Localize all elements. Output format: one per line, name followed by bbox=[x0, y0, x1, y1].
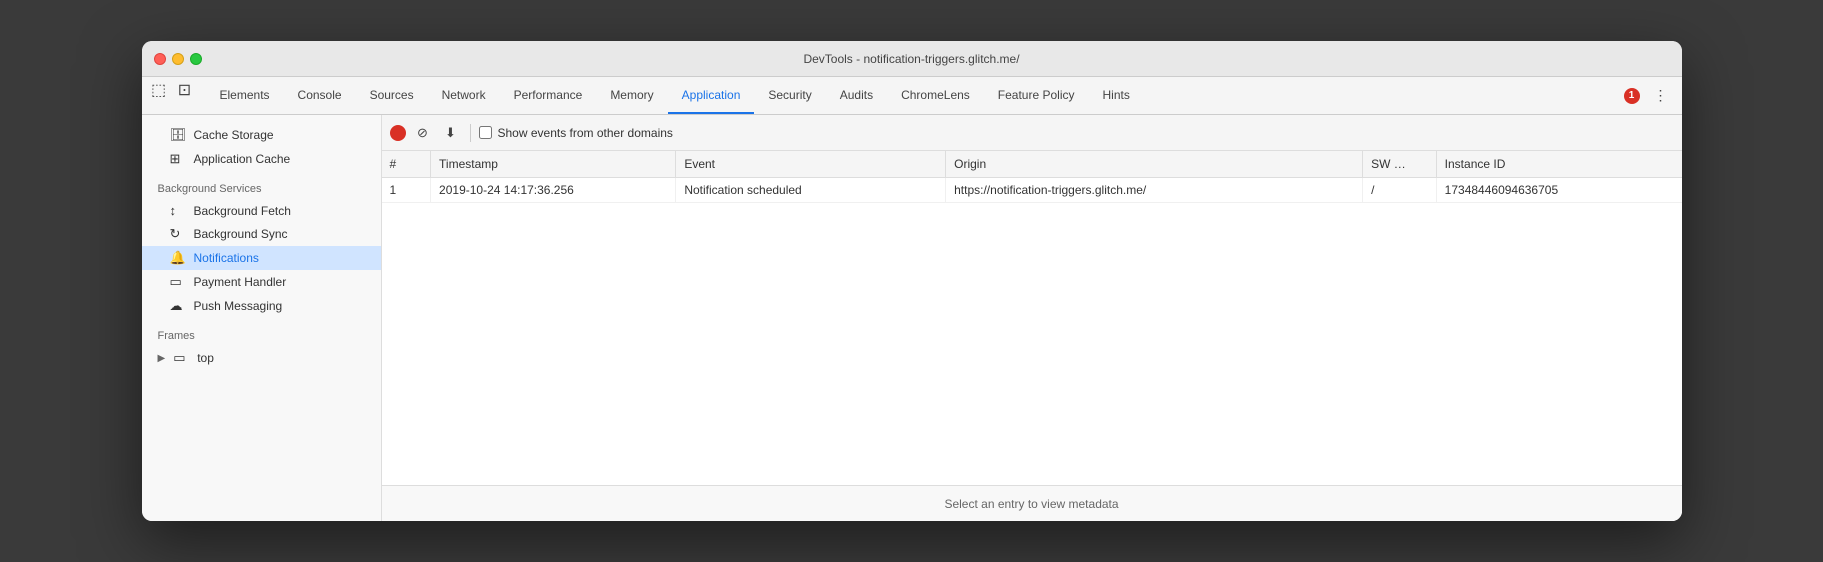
nav-tabs: ⬚ ⊡ Elements Console Sources Network Per… bbox=[142, 77, 1682, 115]
device-toggle-button[interactable]: ⊡ bbox=[172, 77, 198, 103]
sidebar-item-push-messaging[interactable]: ☁ Push Messaging bbox=[142, 294, 381, 318]
cell-origin: https://notification-triggers.glitch.me/ bbox=[946, 178, 1363, 203]
status-bar: Select an entry to view metadata bbox=[382, 485, 1682, 521]
sidebar-item-notifications[interactable]: 🔔 Notifications bbox=[142, 246, 381, 270]
sidebar-item-label: Push Messaging bbox=[194, 299, 283, 313]
col-header-num[interactable]: # bbox=[382, 151, 431, 178]
col-header-timestamp[interactable]: Timestamp bbox=[431, 151, 676, 178]
push-messaging-icon: ☁ bbox=[170, 298, 186, 314]
col-header-event[interactable]: Event bbox=[676, 151, 946, 178]
payment-handler-icon: ▭ bbox=[170, 274, 186, 290]
tab-hints[interactable]: Hints bbox=[1089, 77, 1144, 114]
traffic-lights bbox=[154, 53, 202, 65]
sidebar-item-background-sync[interactable]: ↻ Background Sync bbox=[142, 222, 381, 246]
show-other-domains-label[interactable]: Show events from other domains bbox=[479, 126, 673, 140]
tab-network[interactable]: Network bbox=[428, 77, 500, 114]
sidebar-item-label: Notifications bbox=[194, 251, 259, 265]
minimize-button[interactable] bbox=[172, 53, 184, 65]
notifications-icon: 🔔 bbox=[170, 250, 186, 266]
sidebar-item-background-fetch[interactable]: ↕ Background Fetch bbox=[142, 199, 381, 222]
devtools-window: DevTools - notification-triggers.glitch.… bbox=[142, 41, 1682, 521]
table-container: # Timestamp Event Origin SW … Instance I… bbox=[382, 151, 1682, 485]
clear-button[interactable]: ⊘ bbox=[412, 122, 434, 144]
frame-icon: ▭ bbox=[173, 350, 189, 366]
col-header-origin[interactable]: Origin bbox=[946, 151, 1363, 178]
sidebar-item-label: top bbox=[197, 351, 214, 365]
download-button[interactable]: ⬇ bbox=[440, 122, 462, 144]
tab-console[interactable]: Console bbox=[284, 77, 356, 114]
background-services-label: Background Services bbox=[142, 171, 381, 199]
table-body: 1 2019-10-24 14:17:36.256 Notification s… bbox=[382, 178, 1682, 203]
divider bbox=[470, 124, 471, 142]
more-options-button[interactable]: ⋮ bbox=[1648, 83, 1674, 109]
sidebar: 🗄 Cache Storage ⊞ Application Cache Back… bbox=[142, 115, 382, 521]
tab-audits[interactable]: Audits bbox=[826, 77, 887, 114]
sidebar-item-label: Background Fetch bbox=[194, 204, 291, 218]
tab-feature-policy[interactable]: Feature Policy bbox=[984, 77, 1089, 114]
frames-arrow-icon: ▶ bbox=[158, 353, 166, 364]
cell-timestamp: 2019-10-24 14:17:36.256 bbox=[431, 178, 676, 203]
frames-label: Frames bbox=[142, 318, 381, 346]
background-sync-icon: ↻ bbox=[170, 226, 186, 242]
checkbox-label-text: Show events from other domains bbox=[498, 126, 673, 140]
tab-application[interactable]: Application bbox=[668, 77, 755, 114]
sidebar-item-label: Cache Storage bbox=[194, 128, 274, 142]
sidebar-item-application-cache[interactable]: ⊞ Application Cache bbox=[142, 147, 381, 171]
col-header-instance-id[interactable]: Instance ID bbox=[1436, 151, 1681, 178]
content-area: 🗄 Cache Storage ⊞ Application Cache Back… bbox=[142, 115, 1682, 521]
tab-chromelens[interactable]: ChromeLens bbox=[887, 77, 984, 114]
sidebar-item-label: Background Sync bbox=[194, 227, 288, 241]
window-title: DevTools - notification-triggers.glitch.… bbox=[803, 52, 1019, 66]
error-badge: 1 bbox=[1624, 88, 1640, 104]
show-other-domains-checkbox[interactable] bbox=[479, 126, 492, 139]
maximize-button[interactable] bbox=[190, 53, 202, 65]
inspect-element-button[interactable]: ⬚ bbox=[146, 77, 172, 103]
cache-storage-icon: 🗄 bbox=[170, 127, 186, 143]
status-text: Select an entry to view metadata bbox=[944, 497, 1118, 511]
cell-sw: / bbox=[1363, 178, 1437, 203]
sidebar-item-cache-storage[interactable]: 🗄 Cache Storage bbox=[142, 123, 381, 147]
sidebar-item-label: Application Cache bbox=[194, 152, 291, 166]
tab-performance[interactable]: Performance bbox=[500, 77, 597, 114]
sidebar-item-label: Payment Handler bbox=[194, 275, 287, 289]
background-fetch-icon: ↕ bbox=[170, 203, 186, 218]
close-button[interactable] bbox=[154, 53, 166, 65]
cell-instance-id: 17348446094636705 bbox=[1436, 178, 1681, 203]
record-button[interactable] bbox=[390, 125, 406, 141]
table-header: # Timestamp Event Origin SW … Instance I… bbox=[382, 151, 1682, 178]
action-bar: ⊘ ⬇ Show events from other domains bbox=[382, 115, 1682, 151]
table-row[interactable]: 1 2019-10-24 14:17:36.256 Notification s… bbox=[382, 178, 1682, 203]
nav-extras: 1 ⋮ bbox=[1624, 77, 1678, 114]
notifications-table: # Timestamp Event Origin SW … Instance I… bbox=[382, 151, 1682, 203]
application-cache-icon: ⊞ bbox=[170, 151, 186, 167]
sidebar-item-payment-handler[interactable]: ▭ Payment Handler bbox=[142, 270, 381, 294]
tab-sources[interactable]: Sources bbox=[356, 77, 428, 114]
tab-elements[interactable]: Elements bbox=[206, 77, 284, 114]
tab-memory[interactable]: Memory bbox=[596, 77, 667, 114]
cell-num: 1 bbox=[382, 178, 431, 203]
sidebar-item-top-frame[interactable]: ▶ ▭ top bbox=[142, 346, 381, 370]
main-panel: ⊘ ⬇ Show events from other domains # Tim… bbox=[382, 115, 1682, 521]
error-count: 1 bbox=[1624, 88, 1640, 104]
tab-security[interactable]: Security bbox=[754, 77, 825, 114]
cell-event: Notification scheduled bbox=[676, 178, 946, 203]
col-header-sw[interactable]: SW … bbox=[1363, 151, 1437, 178]
titlebar: DevTools - notification-triggers.glitch.… bbox=[142, 41, 1682, 77]
